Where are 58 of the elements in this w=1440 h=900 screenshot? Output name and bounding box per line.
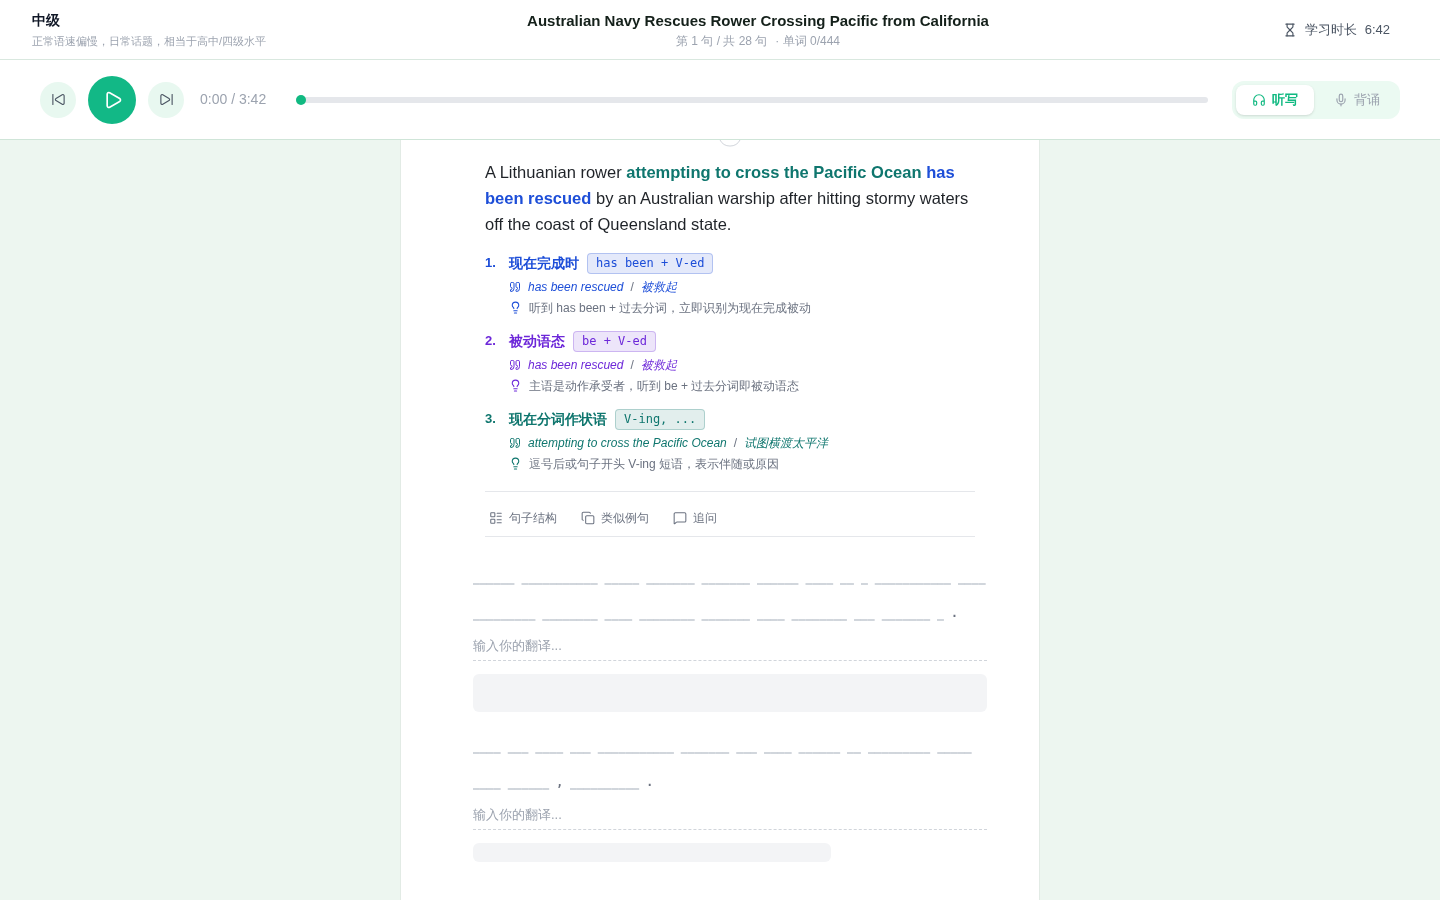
lightbulb-icon bbox=[509, 379, 522, 392]
action-button[interactable]: 追问 bbox=[673, 509, 717, 527]
grammar-title: 现在完成时 bbox=[509, 253, 579, 273]
difficulty-description: 正常语速偏慢，日常话题，相当于高中/四级水平 bbox=[32, 34, 267, 48]
quote-icon bbox=[509, 437, 521, 449]
tip-text: 听到 has been + 过去分词，立即识别为现在完成被动 bbox=[529, 299, 812, 317]
pattern-tag: has been + V-ed bbox=[587, 252, 714, 274]
play-button[interactable] bbox=[88, 75, 136, 124]
separator: / bbox=[630, 357, 634, 374]
tip-text: 主语是动作承受者，听到 be + 过去分词即被动语态 bbox=[529, 377, 800, 395]
difficulty-label: 中级 bbox=[32, 11, 60, 29]
headphones-icon bbox=[1252, 92, 1266, 107]
example-translation: 被救起 bbox=[640, 279, 677, 296]
grammar-title: 被动语态 bbox=[509, 331, 565, 351]
study-time-label: 学习时长 bbox=[1304, 20, 1357, 39]
progress-knob[interactable] bbox=[296, 94, 307, 105]
pattern-tag: V-ing, ... bbox=[615, 408, 706, 430]
quote-icon bbox=[509, 359, 521, 371]
progress-track[interactable] bbox=[296, 96, 1208, 103]
dictation-blanks: ____ ___ ____ ___ ___________ _______ ___ ____ ______ __ _________ _____ ____ ______ , __________ . bbox=[473, 738, 973, 791]
example-text: has been rescued bbox=[528, 357, 624, 374]
hourglass-icon bbox=[1282, 22, 1297, 37]
copy-icon bbox=[581, 511, 595, 525]
grammar-number: 2. bbox=[485, 332, 497, 350]
article-title: Australian Navy Rescues Rower Crossing Pacific from California bbox=[527, 10, 989, 31]
translation-input[interactable]: 输入你的翻译... bbox=[473, 631, 987, 661]
example-text: has been rescued bbox=[528, 279, 624, 296]
study-time: 6:42 bbox=[1364, 20, 1390, 39]
action-button[interactable]: 句子结构 bbox=[489, 509, 557, 527]
previous-button[interactable] bbox=[40, 81, 76, 118]
dictation-blanks: ______ ___________ _____ _______ _______ ______ ____ __ _ ___________ ____ _________ ________ ____ ________ _______ ____ ________ ___ _______ _ . bbox=[473, 569, 987, 622]
next-button[interactable] bbox=[148, 81, 184, 118]
chat-bubble-icon bbox=[673, 511, 687, 525]
quote-icon bbox=[509, 281, 521, 293]
example-translation: 试图横渡太平洋 bbox=[744, 435, 829, 452]
tip-text: 逗号后或句子开头 V-ing 短语，表示伴随或原因 bbox=[529, 455, 780, 473]
translation-input[interactable]: 输入你的翻译... bbox=[473, 800, 987, 830]
separator: / bbox=[733, 435, 738, 452]
grammar-title: 现在分词作状语 bbox=[509, 409, 607, 429]
grammar-number: 3. bbox=[485, 410, 497, 428]
lightbulb-icon bbox=[509, 457, 522, 470]
sentence-counter: 第 1 句 / 共 28 句 bbox=[675, 32, 768, 49]
action-button[interactable]: 类似例句 bbox=[581, 509, 649, 527]
example-translation: 被救起 bbox=[640, 357, 677, 374]
handle-icon[interactable] bbox=[719, 140, 741, 147]
play-icon bbox=[103, 89, 123, 110]
list-icon bbox=[489, 511, 503, 525]
sentence-text: A Lithuanian rower attempting to cross the Pacific Ocean has been rescued by an Australian warship after hitting stormy waters off the coast of Queensland state. bbox=[485, 162, 970, 235]
word-count: · 单词 0/444 bbox=[775, 32, 841, 49]
playback-time: 0:00 / 3:42 bbox=[200, 90, 267, 109]
separator: / bbox=[630, 279, 634, 296]
pattern-tag: be + V-ed bbox=[573, 330, 657, 352]
example-text: attempting to cross the Pacific Ocean bbox=[528, 435, 727, 452]
grammar-number: 1. bbox=[485, 254, 497, 272]
lightbulb-icon bbox=[509, 301, 522, 314]
skip-forward-icon bbox=[158, 92, 174, 107]
microphone-icon bbox=[1334, 92, 1348, 107]
skip-back-icon bbox=[50, 92, 66, 107]
